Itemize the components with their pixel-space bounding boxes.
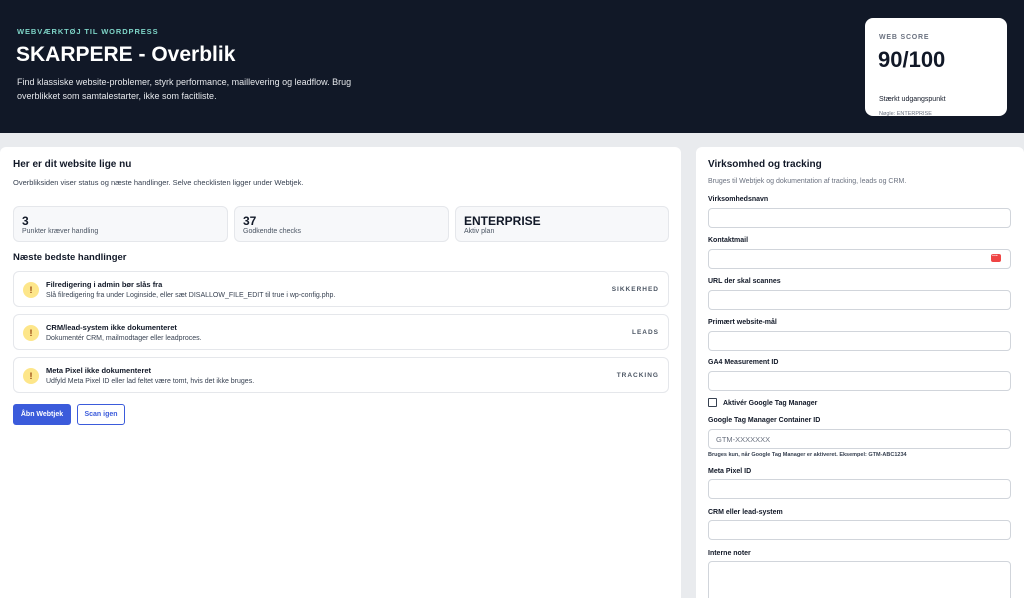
company-name-input[interactable] <box>708 208 1011 228</box>
ga4-id-input[interactable] <box>708 371 1011 391</box>
open-webtjek-button[interactable]: Åbn Webtjek <box>13 404 71 425</box>
overview-title: Her er dit website lige nu <box>13 159 132 170</box>
stat-label: Punkter kræver handling <box>22 228 99 235</box>
header-description: Find klassiske website-problemer, styrk … <box>17 77 352 101</box>
warning-icon: ! <box>23 282 39 298</box>
action-title: Filredigering i admin bør slås fra <box>46 280 163 289</box>
stat-card-actions: 3 Punkter kræver handling <box>13 206 228 242</box>
stat-card-plan: ENTERPRISE Aktiv plan <box>455 206 669 242</box>
scan-again-button[interactable]: Scan igen <box>77 404 125 425</box>
meta-pixel-input[interactable] <box>708 479 1011 499</box>
website-goal-label: Primært website-mål <box>708 319 777 326</box>
action-item[interactable]: ! Meta Pixel ikke dokumenteret Udfyld Me… <box>13 357 669 393</box>
crm-system-input[interactable] <box>708 520 1011 540</box>
website-goal-input[interactable] <box>708 331 1011 351</box>
stat-card-approved: 37 Godkendte checks <box>234 206 449 242</box>
contact-email-input[interactable] <box>708 249 1011 269</box>
crm-system-label: CRM eller lead-system <box>708 509 783 516</box>
stat-value: ENTERPRISE <box>464 214 541 228</box>
gtm-enable-checkbox[interactable] <box>708 398 717 407</box>
meta-pixel-label: Meta Pixel ID <box>708 468 752 475</box>
gtm-id-hint: Bruges kun, når Google Tag Manager er ak… <box>708 452 907 458</box>
score-summary: Stærkt udgangspunkt <box>879 96 946 103</box>
header-eyebrow: WEBVÆRKTØJ TIL WORDPRESS <box>17 27 159 36</box>
web-score-card: WEB SCORE 90/100 Stærkt udgangspunkt Nøg… <box>865 18 1007 117</box>
score-label: WEB SCORE <box>879 34 930 41</box>
warning-icon: ! <box>23 325 39 341</box>
page-title: SKARPERE - Overblik <box>16 43 236 66</box>
form-title: Virksomhed og tracking <box>708 159 822 170</box>
gtm-id-label: Google Tag Manager Container ID <box>708 417 821 424</box>
password-manager-icon[interactable] <box>991 251 1001 262</box>
ga4-id-label: GA4 Measurement ID <box>708 359 779 366</box>
gtm-id-input[interactable] <box>708 429 1011 449</box>
action-category-tag: TRACKING <box>616 372 659 379</box>
action-item[interactable]: ! CRM/lead-system ikke dokumenteret Doku… <box>13 314 669 350</box>
action-category-tag: LEADS <box>631 329 659 336</box>
stat-value: 3 <box>22 214 29 228</box>
stat-label: Aktiv plan <box>464 228 495 235</box>
action-description: Udfyld Meta Pixel ID eller lad feltet væ… <box>46 378 255 385</box>
stat-label: Godkendte checks <box>243 228 301 235</box>
internal-notes-label: Interne noter <box>708 550 751 557</box>
action-title: Meta Pixel ikke dokumenteret <box>46 366 152 375</box>
contact-email-label: Kontaktmail <box>708 237 749 244</box>
warning-icon: ! <box>23 368 39 384</box>
company-tracking-panel: Virksomhed og tracking Bruges til Webtje… <box>696 147 1024 598</box>
action-item[interactable]: ! Filredigering i admin bør slås fra Slå… <box>13 271 669 307</box>
stat-value: 37 <box>243 214 257 228</box>
overview-subtitle: Overbliksiden viser status og næste hand… <box>13 178 304 187</box>
page-header: WEBVÆRKTØJ TIL WORDPRESS SKARPERE - Over… <box>0 0 1024 133</box>
score-value: 90/100 <box>878 47 946 72</box>
action-description: Slå filredigering fra under Loginside, e… <box>46 292 336 299</box>
action-description: Dokumentér CRM, mailmodtager eller leadp… <box>46 335 202 342</box>
overview-panel: Her er dit website lige nu Overbliksiden… <box>0 147 681 598</box>
gtm-enable-label[interactable]: Aktivér Google Tag Manager <box>723 400 817 407</box>
scan-url-label: URL der skal scannes <box>708 278 781 285</box>
scan-url-input[interactable] <box>708 290 1011 310</box>
internal-notes-textarea[interactable] <box>708 561 1011 598</box>
action-category-tag: SIKKERHED <box>611 286 659 293</box>
action-title: CRM/lead-system ikke dokumenteret <box>46 323 177 332</box>
company-name-label: Virksomhedsnavn <box>708 196 769 203</box>
form-subtitle: Bruges til Webtjek og dokumentation af t… <box>708 178 907 185</box>
actions-title: Næste bedste handlinger <box>13 252 127 263</box>
license-key: Nøgle: ENTERPRISE <box>879 111 932 117</box>
